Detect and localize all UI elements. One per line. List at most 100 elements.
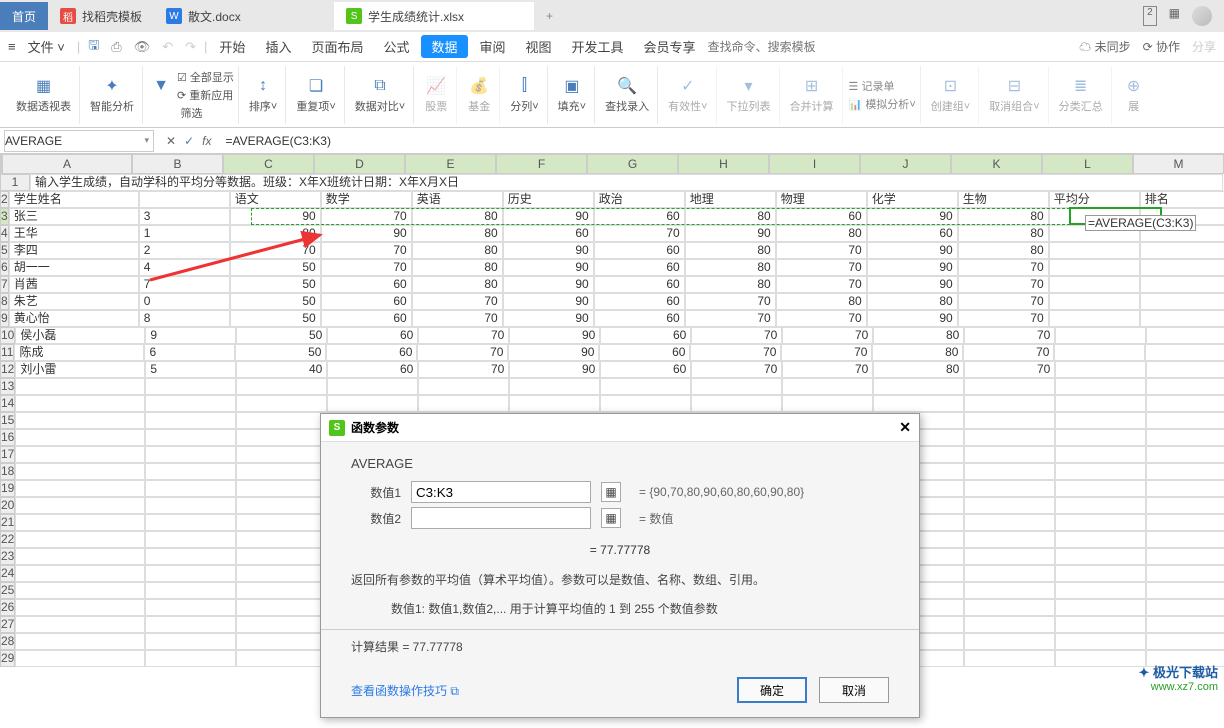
col-header[interactable]: D xyxy=(314,154,405,174)
cell[interactable]: 张三 xyxy=(9,208,139,225)
cell[interactable]: 60 xyxy=(867,225,958,242)
cell[interactable]: 70 xyxy=(412,293,503,310)
cell[interactable]: 90 xyxy=(321,225,412,242)
col-header[interactable]: I xyxy=(769,154,860,174)
ribbon-pivot[interactable]: ▦数据透视表 xyxy=(8,66,80,124)
help-link[interactable]: 查看函数操作技巧 ⧉ xyxy=(351,682,459,699)
cell[interactable]: 80 xyxy=(685,276,776,293)
cell[interactable] xyxy=(964,650,1055,667)
cell[interactable] xyxy=(964,514,1055,531)
col-header[interactable]: H xyxy=(678,154,769,174)
cell[interactable] xyxy=(964,463,1055,480)
cell[interactable] xyxy=(15,497,145,514)
row-header[interactable]: 3 xyxy=(0,208,9,225)
cell[interactable] xyxy=(145,514,236,531)
cell[interactable] xyxy=(782,395,873,412)
row-header[interactable]: 2 xyxy=(0,191,9,208)
cell[interactable]: 输入学生成绩，自动学科的平均分等数据。班级：X年X班统计日期：X年X月X日 xyxy=(30,174,1223,191)
cell[interactable] xyxy=(145,565,236,582)
cell[interactable] xyxy=(873,378,964,395)
formula-input[interactable] xyxy=(219,134,1224,148)
cell[interactable] xyxy=(145,446,236,463)
cell[interactable] xyxy=(145,412,236,429)
ribbon-merge[interactable]: ⊞合并计算 xyxy=(782,66,843,124)
cell[interactable]: 60 xyxy=(594,276,685,293)
cell[interactable] xyxy=(327,395,418,412)
col-header[interactable]: B xyxy=(132,154,223,174)
cell[interactable] xyxy=(145,480,236,497)
cell[interactable] xyxy=(145,650,236,667)
cell[interactable] xyxy=(1140,310,1224,327)
cell[interactable] xyxy=(964,480,1055,497)
cell[interactable]: 80 xyxy=(873,361,964,378)
row-header[interactable]: 29 xyxy=(0,650,15,667)
cell[interactable]: 80 xyxy=(685,208,776,225)
cell[interactable] xyxy=(1146,463,1224,480)
col-header[interactable]: A xyxy=(2,154,132,174)
cell[interactable] xyxy=(1140,293,1224,310)
cell[interactable]: 地理 xyxy=(685,191,776,208)
cell[interactable] xyxy=(964,633,1055,650)
cell[interactable] xyxy=(145,633,236,650)
cell[interactable] xyxy=(145,599,236,616)
tab-doc[interactable]: W 散文.docx xyxy=(154,2,334,30)
cell[interactable]: 80 xyxy=(412,259,503,276)
ribbon-record[interactable]: ☰ 记录单📊 模拟分析˅ xyxy=(845,66,921,124)
cell[interactable]: 2 xyxy=(139,242,230,259)
cell[interactable]: 70 xyxy=(776,259,867,276)
cell[interactable]: 1 xyxy=(139,225,230,242)
cell[interactable] xyxy=(145,531,236,548)
cell[interactable]: 80 xyxy=(412,208,503,225)
row-header[interactable]: 14 xyxy=(0,395,15,412)
ribbon-dup[interactable]: ❏重复项˅ xyxy=(288,66,344,124)
row-header[interactable]: 5 xyxy=(0,242,9,259)
cell[interactable] xyxy=(1146,633,1224,650)
search-input[interactable] xyxy=(708,40,828,54)
cell[interactable] xyxy=(15,514,145,531)
cell[interactable]: 70 xyxy=(685,293,776,310)
ribbon-fill[interactable]: ▣填充˅ xyxy=(550,66,595,124)
row-header[interactable]: 27 xyxy=(0,616,15,633)
row-header[interactable]: 20 xyxy=(0,497,15,514)
cell[interactable] xyxy=(1146,514,1224,531)
cell[interactable]: 70 xyxy=(691,327,782,344)
cell[interactable]: 50 xyxy=(230,310,321,327)
cell[interactable]: 80 xyxy=(867,293,958,310)
cell[interactable] xyxy=(1055,463,1146,480)
grid-icon[interactable]: ▦ xyxy=(1169,6,1180,26)
cell[interactable]: 50 xyxy=(235,344,326,361)
cell[interactable]: 0 xyxy=(139,293,230,310)
cell[interactable]: 70 xyxy=(776,310,867,327)
tab-xlsx-active[interactable]: S 学生成绩统计.xlsx xyxy=(334,2,534,30)
cell[interactable] xyxy=(1055,565,1146,582)
cell[interactable]: 70 xyxy=(417,344,508,361)
cell[interactable] xyxy=(1146,548,1224,565)
cell[interactable]: 90 xyxy=(685,225,776,242)
row-header[interactable]: 15 xyxy=(0,412,15,429)
cell[interactable]: 70 xyxy=(321,208,412,225)
file-menu[interactable]: 文件 ˅ xyxy=(20,37,73,56)
cell[interactable]: 60 xyxy=(326,344,417,361)
cell[interactable] xyxy=(145,548,236,565)
ribbon-dropdown[interactable]: ▾下拉列表 xyxy=(719,66,780,124)
cell[interactable]: 政治 xyxy=(594,191,685,208)
cell[interactable]: 70 xyxy=(782,361,873,378)
cell[interactable]: 8 xyxy=(139,310,230,327)
cell[interactable] xyxy=(1146,497,1224,514)
cell[interactable]: 70 xyxy=(230,242,321,259)
cell[interactable]: 70 xyxy=(958,310,1049,327)
col-header[interactable]: M xyxy=(1133,154,1224,174)
row-header[interactable]: 10 xyxy=(0,327,15,344)
cell[interactable]: 60 xyxy=(594,293,685,310)
cell[interactable] xyxy=(1055,412,1146,429)
cell[interactable]: 学生姓名 xyxy=(9,191,139,208)
row-header[interactable]: 6 xyxy=(0,259,9,276)
fx-icon[interactable]: fx xyxy=(202,134,211,148)
cell[interactable] xyxy=(236,565,327,582)
cell[interactable] xyxy=(15,446,145,463)
cell[interactable] xyxy=(1146,582,1224,599)
cell[interactable] xyxy=(236,429,327,446)
row-header[interactable]: 11 xyxy=(0,344,14,361)
cell[interactable] xyxy=(327,378,418,395)
col-header[interactable]: G xyxy=(587,154,678,174)
